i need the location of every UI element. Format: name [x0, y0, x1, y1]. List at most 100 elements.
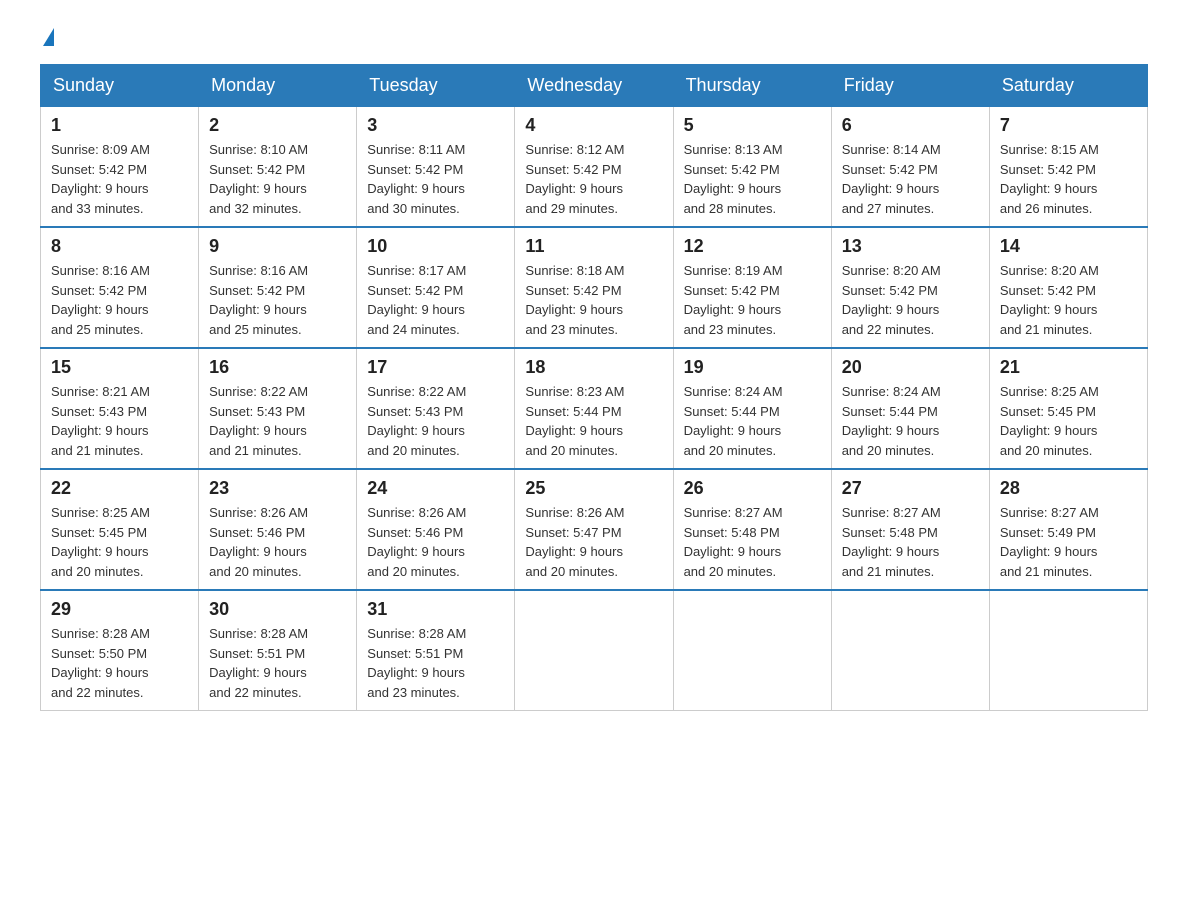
day-info: Sunrise: 8:20 AMSunset: 5:42 PMDaylight:… — [842, 261, 979, 339]
calendar-cell: 20 Sunrise: 8:24 AMSunset: 5:44 PMDayligh… — [831, 348, 989, 469]
day-info: Sunrise: 8:18 AMSunset: 5:42 PMDaylight:… — [525, 261, 662, 339]
day-number: 20 — [842, 357, 979, 378]
day-number: 29 — [51, 599, 188, 620]
weekday-header-monday: Monday — [199, 65, 357, 107]
day-info: Sunrise: 8:28 AMSunset: 5:50 PMDaylight:… — [51, 624, 188, 702]
calendar-cell: 15 Sunrise: 8:21 AMSunset: 5:43 PMDayligh… — [41, 348, 199, 469]
day-number: 19 — [684, 357, 821, 378]
day-number: 11 — [525, 236, 662, 257]
page-header — [40, 30, 1148, 48]
day-number: 22 — [51, 478, 188, 499]
day-info: Sunrise: 8:22 AMSunset: 5:43 PMDaylight:… — [209, 382, 346, 460]
day-info: Sunrise: 8:16 AMSunset: 5:42 PMDaylight:… — [51, 261, 188, 339]
calendar-cell: 1 Sunrise: 8:09 AMSunset: 5:42 PMDaylight… — [41, 107, 199, 228]
calendar-cell: 29 Sunrise: 8:28 AMSunset: 5:50 PMDayligh… — [41, 590, 199, 711]
day-info: Sunrise: 8:12 AMSunset: 5:42 PMDaylight:… — [525, 140, 662, 218]
day-number: 5 — [684, 115, 821, 136]
day-number: 9 — [209, 236, 346, 257]
day-info: Sunrise: 8:28 AMSunset: 5:51 PMDaylight:… — [367, 624, 504, 702]
day-info: Sunrise: 8:10 AMSunset: 5:42 PMDaylight:… — [209, 140, 346, 218]
calendar-cell: 26 Sunrise: 8:27 AMSunset: 5:48 PMDayligh… — [673, 469, 831, 590]
day-info: Sunrise: 8:27 AMSunset: 5:48 PMDaylight:… — [684, 503, 821, 581]
calendar-cell: 25 Sunrise: 8:26 AMSunset: 5:47 PMDayligh… — [515, 469, 673, 590]
calendar-cell: 2 Sunrise: 8:10 AMSunset: 5:42 PMDaylight… — [199, 107, 357, 228]
calendar-cell — [515, 590, 673, 711]
day-number: 25 — [525, 478, 662, 499]
calendar-week-row: 1 Sunrise: 8:09 AMSunset: 5:42 PMDaylight… — [41, 107, 1148, 228]
day-number: 10 — [367, 236, 504, 257]
day-info: Sunrise: 8:14 AMSunset: 5:42 PMDaylight:… — [842, 140, 979, 218]
day-info: Sunrise: 8:27 AMSunset: 5:48 PMDaylight:… — [842, 503, 979, 581]
day-number: 31 — [367, 599, 504, 620]
day-number: 3 — [367, 115, 504, 136]
day-number: 30 — [209, 599, 346, 620]
day-info: Sunrise: 8:09 AMSunset: 5:42 PMDaylight:… — [51, 140, 188, 218]
calendar-cell — [989, 590, 1147, 711]
calendar-week-row: 8 Sunrise: 8:16 AMSunset: 5:42 PMDaylight… — [41, 227, 1148, 348]
weekday-header-sunday: Sunday — [41, 65, 199, 107]
day-number: 17 — [367, 357, 504, 378]
day-info: Sunrise: 8:13 AMSunset: 5:42 PMDaylight:… — [684, 140, 821, 218]
day-number: 13 — [842, 236, 979, 257]
day-info: Sunrise: 8:26 AMSunset: 5:47 PMDaylight:… — [525, 503, 662, 581]
day-info: Sunrise: 8:24 AMSunset: 5:44 PMDaylight:… — [842, 382, 979, 460]
day-info: Sunrise: 8:19 AMSunset: 5:42 PMDaylight:… — [684, 261, 821, 339]
calendar-week-row: 15 Sunrise: 8:21 AMSunset: 5:43 PMDayligh… — [41, 348, 1148, 469]
day-number: 8 — [51, 236, 188, 257]
day-info: Sunrise: 8:11 AMSunset: 5:42 PMDaylight:… — [367, 140, 504, 218]
calendar-cell: 10 Sunrise: 8:17 AMSunset: 5:42 PMDayligh… — [357, 227, 515, 348]
day-number: 21 — [1000, 357, 1137, 378]
calendar-cell: 14 Sunrise: 8:20 AMSunset: 5:42 PMDayligh… — [989, 227, 1147, 348]
day-info: Sunrise: 8:20 AMSunset: 5:42 PMDaylight:… — [1000, 261, 1137, 339]
day-number: 24 — [367, 478, 504, 499]
day-info: Sunrise: 8:25 AMSunset: 5:45 PMDaylight:… — [1000, 382, 1137, 460]
day-number: 27 — [842, 478, 979, 499]
day-info: Sunrise: 8:24 AMSunset: 5:44 PMDaylight:… — [684, 382, 821, 460]
calendar-cell: 19 Sunrise: 8:24 AMSunset: 5:44 PMDayligh… — [673, 348, 831, 469]
day-number: 23 — [209, 478, 346, 499]
day-number: 6 — [842, 115, 979, 136]
day-number: 14 — [1000, 236, 1137, 257]
day-number: 1 — [51, 115, 188, 136]
day-info: Sunrise: 8:15 AMSunset: 5:42 PMDaylight:… — [1000, 140, 1137, 218]
day-info: Sunrise: 8:23 AMSunset: 5:44 PMDaylight:… — [525, 382, 662, 460]
calendar-cell — [831, 590, 989, 711]
day-info: Sunrise: 8:17 AMSunset: 5:42 PMDaylight:… — [367, 261, 504, 339]
weekday-header-wednesday: Wednesday — [515, 65, 673, 107]
day-number: 16 — [209, 357, 346, 378]
calendar-cell: 31 Sunrise: 8:28 AMSunset: 5:51 PMDayligh… — [357, 590, 515, 711]
day-number: 4 — [525, 115, 662, 136]
day-info: Sunrise: 8:28 AMSunset: 5:51 PMDaylight:… — [209, 624, 346, 702]
calendar-week-row: 29 Sunrise: 8:28 AMSunset: 5:50 PMDayligh… — [41, 590, 1148, 711]
calendar-cell: 28Sunrise: 8:27 AMSunset: 5:49 PMDayligh… — [989, 469, 1147, 590]
day-number: 2 — [209, 115, 346, 136]
day-info: Sunrise: 8:26 AMSunset: 5:46 PMDaylight:… — [209, 503, 346, 581]
weekday-header-friday: Friday — [831, 65, 989, 107]
day-info: Sunrise: 8:25 AMSunset: 5:45 PMDaylight:… — [51, 503, 188, 581]
calendar-cell: 16 Sunrise: 8:22 AMSunset: 5:43 PMDayligh… — [199, 348, 357, 469]
calendar-cell: 13 Sunrise: 8:20 AMSunset: 5:42 PMDayligh… — [831, 227, 989, 348]
calendar-cell: 4 Sunrise: 8:12 AMSunset: 5:42 PMDaylight… — [515, 107, 673, 228]
calendar-cell: 17Sunrise: 8:22 AMSunset: 5:43 PMDayligh… — [357, 348, 515, 469]
calendar-cell: 5 Sunrise: 8:13 AMSunset: 5:42 PMDaylight… — [673, 107, 831, 228]
calendar-cell: 30 Sunrise: 8:28 AMSunset: 5:51 PMDayligh… — [199, 590, 357, 711]
calendar-cell: 6 Sunrise: 8:14 AMSunset: 5:42 PMDaylight… — [831, 107, 989, 228]
calendar-cell: 18 Sunrise: 8:23 AMSunset: 5:44 PMDayligh… — [515, 348, 673, 469]
weekday-header-tuesday: Tuesday — [357, 65, 515, 107]
day-number: 18 — [525, 357, 662, 378]
day-info: Sunrise: 8:26 AMSunset: 5:46 PMDaylight:… — [367, 503, 504, 581]
calendar-cell: 3 Sunrise: 8:11 AMSunset: 5:42 PMDaylight… — [357, 107, 515, 228]
calendar-cell: 11 Sunrise: 8:18 AMSunset: 5:42 PMDayligh… — [515, 227, 673, 348]
calendar-week-row: 22 Sunrise: 8:25 AMSunset: 5:45 PMDayligh… — [41, 469, 1148, 590]
day-number: 15 — [51, 357, 188, 378]
logo — [40, 30, 54, 48]
day-number: 26 — [684, 478, 821, 499]
calendar-cell: 21 Sunrise: 8:25 AMSunset: 5:45 PMDayligh… — [989, 348, 1147, 469]
calendar-cell: 8 Sunrise: 8:16 AMSunset: 5:42 PMDaylight… — [41, 227, 199, 348]
calendar-cell: 24 Sunrise: 8:26 AMSunset: 5:46 PMDayligh… — [357, 469, 515, 590]
calendar-cell — [673, 590, 831, 711]
day-info: Sunrise: 8:21 AMSunset: 5:43 PMDaylight:… — [51, 382, 188, 460]
calendar-cell: 27 Sunrise: 8:27 AMSunset: 5:48 PMDayligh… — [831, 469, 989, 590]
weekday-header-saturday: Saturday — [989, 65, 1147, 107]
weekday-header-row: SundayMondayTuesdayWednesdayThursdayFrid… — [41, 65, 1148, 107]
